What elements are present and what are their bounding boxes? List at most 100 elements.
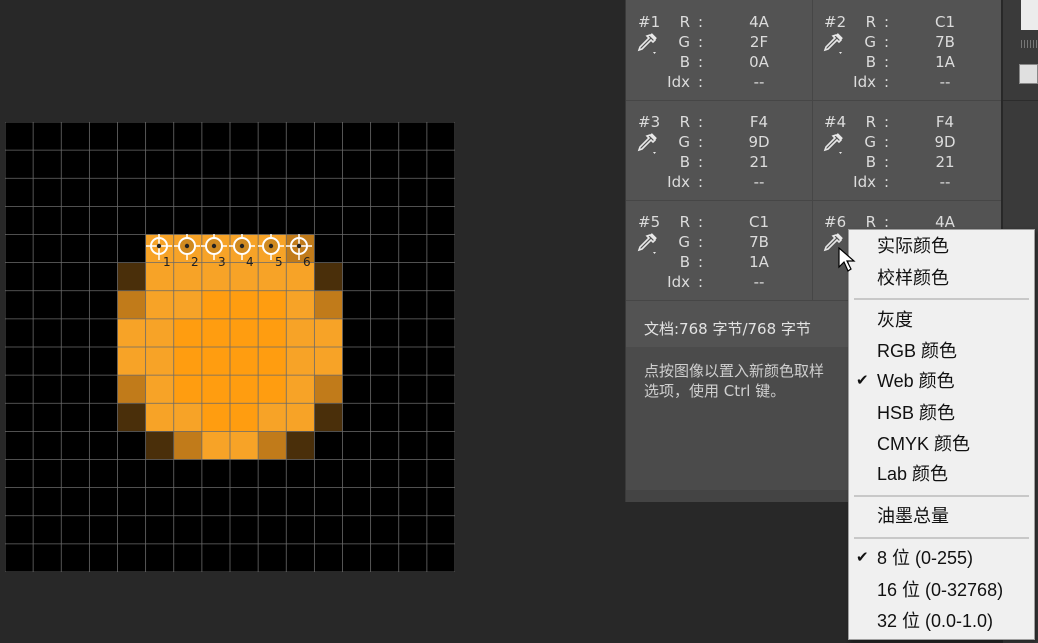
menu-item[interactable]: 8 位 (0-255) (877, 547, 973, 569)
channel-label: B (679, 153, 690, 171)
channel-value: 9D (934, 133, 956, 151)
channel-label: Idx (667, 273, 690, 291)
channel-value: F4 (749, 113, 769, 131)
channel-colon: : (698, 13, 704, 31)
gradient-icon[interactable] (1019, 64, 1038, 84)
sampler-marker-label: 2 (191, 255, 199, 269)
pixel (258, 431, 287, 460)
channel-value: -- (753, 73, 765, 91)
menu-item[interactable]: 16 位 (0-32768) (877, 579, 1003, 601)
eyedropper-icon[interactable] (636, 232, 658, 254)
pixel (314, 347, 343, 376)
eyedropper-icon[interactable] (822, 32, 844, 54)
channel-label: B (679, 53, 690, 71)
sampler-number: #5 (638, 213, 661, 231)
color-mode-context-menu: 实际颜色校样颜色灰度 RGB 颜色 Web 颜色 ✔ HSB 颜色 CMYK 颜色 Lab … (848, 229, 1035, 640)
pixel (230, 262, 259, 291)
pixel (117, 262, 146, 291)
color-sampler-2: #2 R: C1 G: 7B B: 1A Idx: -- (812, 0, 998, 99)
pixel (314, 318, 343, 348)
channel-value: 0A (749, 53, 769, 71)
pixel (286, 318, 315, 348)
channel-colon: : (698, 153, 704, 171)
pixel (258, 375, 287, 404)
menu-item[interactable]: 校样颜色 (877, 267, 949, 289)
menu-item[interactable]: 32 位 (0.0-1.0) (877, 610, 993, 632)
channel-colon: : (698, 133, 704, 151)
hint-text: 点按图像以置入新颜色取样 选项，使用 Ctrl 键。 (644, 362, 825, 400)
eyedropper-icon[interactable] (636, 32, 658, 54)
pixel (314, 403, 343, 432)
channel-label: B (865, 53, 876, 71)
eyedropper-icon[interactable] (822, 132, 844, 154)
channel-label: R (679, 113, 690, 131)
document-canvas[interactable]: 1 2 3 4 5 6 (5, 122, 455, 572)
checkmark-icon: ✔ (856, 372, 869, 389)
channel-colon: : (884, 113, 890, 131)
pixel (230, 318, 259, 348)
sampler-number: #3 (638, 113, 661, 131)
menu-item[interactable]: CMYK 颜色 (877, 433, 970, 455)
menu-item[interactable]: Lab 颜色 (877, 463, 948, 485)
pixel (117, 290, 146, 319)
channel-colon: : (884, 33, 890, 51)
color-sampler-3: #3 R: F4 G: 9D B: 21 Idx: -- (626, 100, 812, 199)
channel-value: 4A (749, 13, 769, 31)
channel-label: R (865, 113, 876, 131)
channel-value: -- (939, 73, 951, 91)
menu-item[interactable]: RGB 颜色 (877, 340, 957, 362)
pixel (258, 318, 287, 348)
color-sampler-1: #1 R: 4A G: 2F B: 0A Idx: -- (626, 0, 812, 99)
channel-colon: : (698, 33, 704, 51)
menu-item[interactable]: 实际颜色 (877, 235, 949, 257)
paragraph-icon[interactable] (1021, 0, 1038, 30)
channel-colon: : (884, 153, 890, 171)
pixel (201, 403, 231, 432)
sampler-number: #1 (638, 13, 661, 31)
pixel (314, 262, 343, 291)
channel-value: C1 (934, 13, 956, 31)
pixel-art-image[interactable]: 1 2 3 4 5 6 (5, 122, 455, 572)
pixel (258, 347, 287, 376)
sampler-marker-label: 6 (303, 255, 311, 269)
pixel (201, 290, 231, 319)
pixel (286, 431, 315, 460)
pixel (173, 431, 202, 460)
pixel (201, 347, 231, 376)
mouse-cursor-icon (838, 247, 856, 272)
channel-label: Idx (667, 173, 690, 191)
sampler-number: #2 (824, 13, 847, 31)
channel-colon: : (884, 73, 890, 91)
channel-label: R (679, 213, 690, 231)
channel-value: 7B (749, 233, 769, 251)
channel-label: R (679, 13, 690, 31)
channel-value: 7B (935, 33, 955, 51)
pixel (145, 347, 174, 376)
menu-item[interactable]: 灰度 (877, 309, 913, 331)
channel-label: R (865, 13, 876, 31)
pixel (173, 318, 202, 348)
channel-label: G (864, 33, 876, 51)
pixel (230, 375, 259, 404)
pixel (117, 403, 146, 432)
pixel (230, 403, 259, 432)
menu-item[interactable]: 油墨总量 (877, 505, 949, 527)
channel-colon: : (884, 13, 890, 31)
channel-colon: : (698, 273, 704, 291)
pixel (230, 431, 259, 460)
sampler-marker-label: 1 (163, 255, 171, 269)
eyedropper-icon[interactable] (636, 132, 658, 154)
channel-label: G (678, 133, 690, 151)
pixel (314, 290, 343, 319)
pixel (230, 347, 259, 376)
menu-item[interactable]: Web 颜色 (877, 370, 955, 392)
pixel (286, 403, 315, 432)
pixel (145, 290, 174, 319)
sampler-marker-label: 4 (246, 255, 254, 269)
menu-item[interactable]: HSB 颜色 (877, 402, 955, 424)
channel-value: 2F (749, 33, 769, 51)
channel-label: G (864, 133, 876, 151)
channel-label: Idx (853, 73, 876, 91)
pixel (286, 375, 315, 404)
channel-value: -- (753, 173, 765, 191)
